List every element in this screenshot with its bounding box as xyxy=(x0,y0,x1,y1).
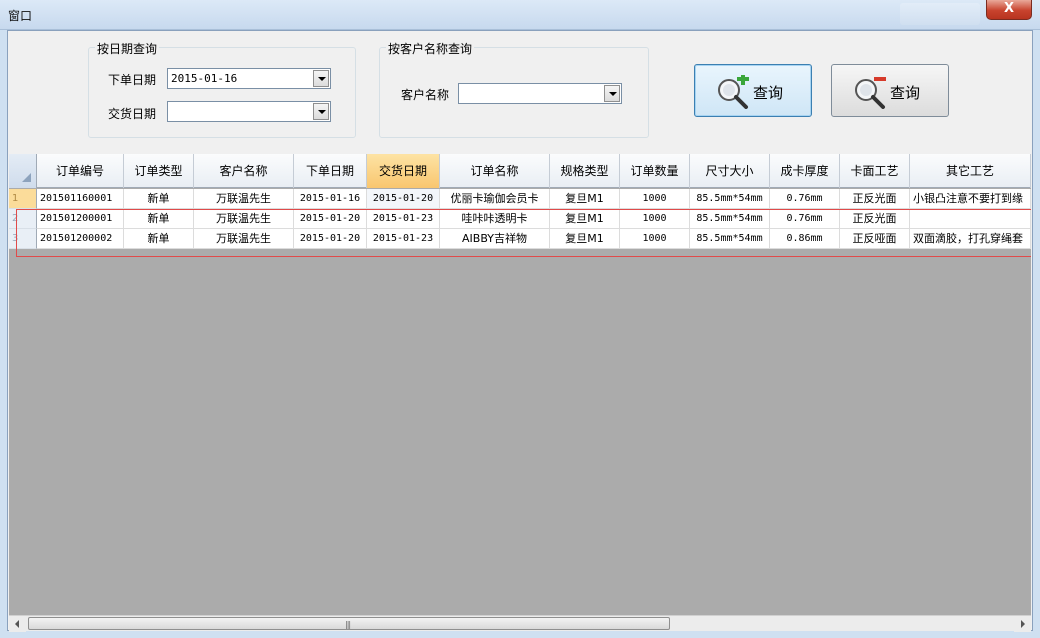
scroll-left-icon[interactable] xyxy=(9,616,26,632)
col-order-type[interactable]: 订单类型 xyxy=(124,154,194,188)
chevron-down-icon[interactable] xyxy=(604,85,620,102)
cell-size[interactable]: 85.5mm*54mm xyxy=(690,189,770,209)
cell-delivery-date[interactable]: 2015-01-20 xyxy=(367,189,440,209)
window-client: 按日期查询 下单日期 2015-01-16 交货日期 按客户名称查询 客户名称 … xyxy=(7,30,1033,632)
cell-surface[interactable]: 正反光面 xyxy=(840,189,910,209)
col-other[interactable]: 其它工艺 xyxy=(910,154,1031,188)
col-order-date[interactable]: 下单日期 xyxy=(294,154,367,188)
query-remove-label: 查询 xyxy=(890,84,921,102)
delivery-date-combo[interactable] xyxy=(167,101,331,122)
customer-query-group: 按客户名称查询 客户名称 xyxy=(379,40,649,138)
customer-name-combo[interactable] xyxy=(458,83,622,104)
chevron-down-icon[interactable] xyxy=(313,103,329,120)
customer-name-label: 客户名称 xyxy=(401,88,450,102)
highlight-box xyxy=(16,209,1031,257)
scroll-thumb[interactable]: ||| xyxy=(28,617,670,630)
select-all-corner[interactable] xyxy=(9,154,37,188)
cell-order-name[interactable]: 优丽卡瑜伽会员卡 xyxy=(440,189,550,209)
table-row[interactable]: 1 201501160001 新单 万联温先生 2015-01-16 2015-… xyxy=(9,189,1031,209)
col-customer[interactable]: 客户名称 xyxy=(194,154,294,188)
grid-header: 订单编号 订单类型 客户名称 下单日期 交货日期 订单名称 规格类型 订单数量 … xyxy=(9,154,1031,188)
col-delivery-date[interactable]: 交货日期 xyxy=(367,154,440,188)
scroll-right-icon[interactable] xyxy=(1014,616,1031,632)
orders-grid: 订单编号 订单类型 客户名称 下单日期 交货日期 订单名称 规格类型 订单数量 … xyxy=(9,154,1031,615)
col-size[interactable]: 尺寸大小 xyxy=(690,154,770,188)
date-query-legend: 按日期查询 xyxy=(95,40,160,57)
col-thickness[interactable]: 成卡厚度 xyxy=(770,154,840,188)
cell-other[interactable]: 小银凸注意不要打到缘 xyxy=(910,189,1031,209)
query-add-button[interactable]: 查询 xyxy=(694,64,812,117)
search-minus-icon xyxy=(855,77,886,109)
chevron-down-icon[interactable] xyxy=(313,70,329,87)
query-remove-button[interactable]: 查询 xyxy=(831,64,949,117)
title-bar: 窗口 X xyxy=(0,0,1040,30)
cell-thickness[interactable]: 0.76mm xyxy=(770,189,840,209)
search-plus-icon xyxy=(718,75,749,109)
order-date-label: 下单日期 xyxy=(108,73,157,87)
query-add-label: 查询 xyxy=(753,84,784,102)
col-order-no[interactable]: 订单编号 xyxy=(37,154,124,188)
customer-query-legend: 按客户名称查询 xyxy=(386,40,475,57)
order-date-value: 2015-01-16 xyxy=(171,72,238,85)
title-bar-ghost xyxy=(900,3,980,25)
close-button[interactable]: X xyxy=(986,0,1032,20)
col-quantity[interactable]: 订单数量 xyxy=(620,154,690,188)
cell-order-date[interactable]: 2015-01-16 xyxy=(294,189,367,209)
date-query-group: 按日期查询 下单日期 2015-01-16 交货日期 xyxy=(88,40,356,138)
row-header[interactable]: 1 xyxy=(9,189,37,209)
cell-customer[interactable]: 万联温先生 xyxy=(194,189,294,209)
order-date-combo[interactable]: 2015-01-16 xyxy=(167,68,331,89)
horizontal-scrollbar[interactable]: ||| xyxy=(9,615,1031,632)
cell-quantity[interactable]: 1000 xyxy=(620,189,690,209)
delivery-date-label: 交货日期 xyxy=(108,107,157,121)
col-surface[interactable]: 卡面工艺 xyxy=(840,154,910,188)
cell-order-no[interactable]: 201501160001 xyxy=(37,189,124,209)
cell-spec-type[interactable]: 复旦M1 xyxy=(550,189,620,209)
col-spec-type[interactable]: 规格类型 xyxy=(550,154,620,188)
grip-icon: ||| xyxy=(345,620,351,629)
cell-order-type[interactable]: 新单 xyxy=(124,189,194,209)
window-title: 窗口 xyxy=(8,9,33,23)
col-order-name[interactable]: 订单名称 xyxy=(440,154,550,188)
